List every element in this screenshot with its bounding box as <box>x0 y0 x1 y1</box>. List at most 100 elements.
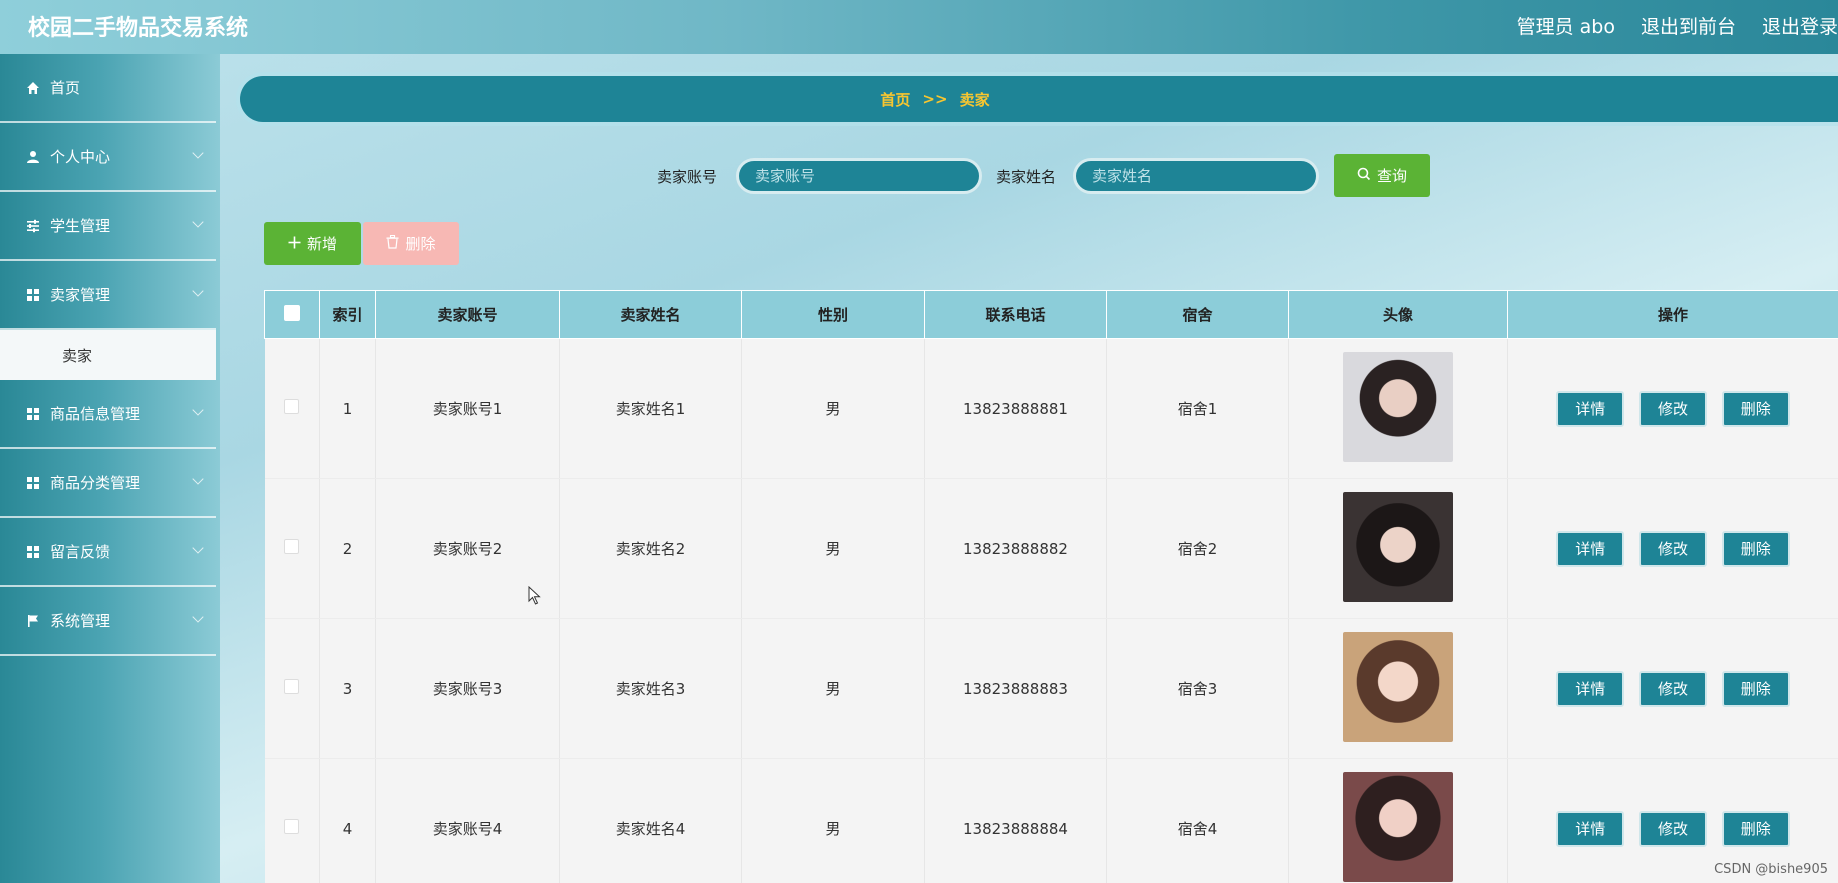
sidebar-item-system-management[interactable]: 系统管理 <box>0 587 216 656</box>
detail-button[interactable]: 详情 <box>1556 530 1625 567</box>
chevron-down-icon <box>192 473 204 485</box>
logout-link[interactable]: 退出登录 <box>1762 12 1838 39</box>
sidebar-subitem-label: 卖家 <box>62 346 93 365</box>
avatar <box>1343 631 1453 742</box>
sidebar-item-student-management[interactable]: 学生管理 <box>0 192 216 261</box>
avatar <box>1343 771 1453 882</box>
row-checkbox[interactable] <box>284 539 300 554</box>
cell-index: 1 <box>319 338 376 479</box>
cell-name: 卖家姓名3 <box>559 618 742 759</box>
query-button[interactable]: 查询 <box>1334 154 1430 197</box>
breadcrumb-current: 卖家 <box>959 90 990 109</box>
edit-button[interactable]: 修改 <box>1639 530 1707 567</box>
sidebar-item-label: 卖家管理 <box>50 286 111 304</box>
chevron-down-icon <box>192 147 204 159</box>
seller-table: 索引 卖家账号 卖家姓名 性别 联系电话 宿舍 头像 操作 1 卖家账号1 卖家… <box>264 290 1838 883</box>
cell-gender: 男 <box>741 478 925 619</box>
breadcrumb-home[interactable]: 首页 <box>880 89 910 110</box>
seller-name-label: 卖家姓名 <box>996 168 1057 186</box>
plus-icon <box>288 235 301 253</box>
chevron-down-icon <box>192 542 204 554</box>
batch-delete-button-label: 删除 <box>405 235 436 253</box>
cell-account: 卖家账号3 <box>375 618 560 759</box>
select-all-checkbox[interactable] <box>284 304 300 321</box>
cell-phone: 13823888883 <box>924 618 1107 759</box>
batch-delete-button[interactable]: 删除 <box>363 222 459 265</box>
cell-gender: 男 <box>741 338 925 479</box>
seller-name-input[interactable] <box>1073 158 1319 194</box>
cell-phone: 13823888882 <box>924 478 1107 619</box>
delete-button[interactable]: 删除 <box>1721 530 1790 567</box>
cell-dorm: 宿舍1 <box>1106 338 1289 479</box>
mouse-cursor-icon <box>528 585 542 610</box>
column-header-index: 索引 <box>319 290 376 339</box>
add-button-label: 新增 <box>306 235 337 253</box>
sidebar-item-seller-management[interactable]: 卖家管理 <box>0 261 216 330</box>
sidebar-item-label: 商品信息管理 <box>50 405 141 423</box>
seller-account-label: 卖家账号 <box>657 168 718 186</box>
edit-button[interactable]: 修改 <box>1639 670 1707 707</box>
admin-user-link[interactable]: 管理员 abo <box>1517 12 1615 39</box>
seller-account-input[interactable] <box>736 158 982 194</box>
sidebar-item-feedback[interactable]: 留言反馈 <box>0 518 216 587</box>
row-checkbox[interactable] <box>284 679 300 694</box>
sidebar-item-goods-info-management[interactable]: 商品信息管理 <box>0 380 216 449</box>
home-icon <box>24 79 42 97</box>
delete-button[interactable]: 删除 <box>1721 670 1790 707</box>
sidebar-item-label: 个人中心 <box>50 148 111 166</box>
detail-button[interactable]: 详情 <box>1556 390 1625 427</box>
cell-index: 2 <box>319 478 376 619</box>
sidebar-subitem-seller[interactable]: 卖家 <box>0 330 216 380</box>
cell-phone: 13823888881 <box>924 338 1107 479</box>
delete-button[interactable]: 删除 <box>1721 390 1790 427</box>
table-row: 4 卖家账号4 卖家姓名4 男 13823888884 宿舍4 详情 修改 删除 <box>264 758 1838 883</box>
search-icon <box>1357 167 1371 185</box>
cell-account: 卖家账号1 <box>375 338 560 479</box>
grid-icon <box>24 286 42 304</box>
table-row: 1 卖家账号1 卖家姓名1 男 13823888881 宿舍1 详情 修改 删除 <box>264 338 1838 479</box>
edit-button[interactable]: 修改 <box>1639 810 1707 847</box>
detail-button[interactable]: 详情 <box>1556 810 1625 847</box>
header-links: 管理员 abo 退出到前台 退出登录 <box>1517 12 1838 39</box>
cell-name: 卖家姓名4 <box>559 758 742 883</box>
top-bar: 校园二手物品交易系统 管理员 abo 退出到前台 退出登录 <box>0 0 1838 54</box>
delete-button[interactable]: 删除 <box>1721 810 1790 847</box>
cell-name: 卖家姓名2 <box>559 478 742 619</box>
grid-icon <box>24 543 42 561</box>
column-header-actions: 操作 <box>1507 290 1838 339</box>
sidebar-item-personal-center[interactable]: 个人中心 <box>0 123 216 192</box>
column-header-name: 卖家姓名 <box>559 290 742 339</box>
cell-phone: 13823888884 <box>924 758 1107 883</box>
grid-icon <box>24 405 42 423</box>
row-checkbox[interactable] <box>284 399 300 414</box>
column-header-gender: 性别 <box>741 290 925 339</box>
column-header-phone: 联系电话 <box>924 290 1107 339</box>
cell-dorm: 宿舍3 <box>1106 618 1289 759</box>
grid-icon <box>24 474 42 492</box>
chevron-down-icon <box>192 404 204 416</box>
column-header-avatar: 头像 <box>1288 290 1508 339</box>
cell-gender: 男 <box>741 758 925 883</box>
table-row: 2 卖家账号2 卖家姓名2 男 13823888882 宿舍2 详情 修改 删除 <box>264 478 1838 619</box>
row-checkbox[interactable] <box>284 819 300 834</box>
cell-dorm: 宿舍2 <box>1106 478 1289 619</box>
detail-button[interactable]: 详情 <box>1556 670 1625 707</box>
query-button-label: 查询 <box>1376 167 1407 185</box>
trash-icon <box>386 234 399 253</box>
cell-name: 卖家姓名1 <box>559 338 742 479</box>
cell-index: 3 <box>319 618 376 759</box>
exit-to-frontend-link[interactable]: 退出到前台 <box>1641 12 1736 39</box>
table-header-row: 索引 卖家账号 卖家姓名 性别 联系电话 宿舍 头像 操作 <box>264 290 1838 339</box>
cell-account: 卖家账号4 <box>375 758 560 883</box>
sidebar-item-goods-category-management[interactable]: 商品分类管理 <box>0 449 216 518</box>
app-title: 校园二手物品交易系统 <box>28 16 249 41</box>
chevron-down-icon <box>192 285 204 297</box>
chevron-down-icon <box>192 611 204 623</box>
edit-button[interactable]: 修改 <box>1639 390 1707 427</box>
sidebar-item-home[interactable]: 首页 <box>0 54 216 123</box>
breadcrumb: 首页 >> 卖家 <box>240 76 1838 122</box>
add-button[interactable]: 新增 <box>264 222 361 265</box>
user-icon <box>24 148 42 166</box>
column-header-account: 卖家账号 <box>375 290 560 339</box>
sidebar-item-label: 系统管理 <box>50 612 111 630</box>
